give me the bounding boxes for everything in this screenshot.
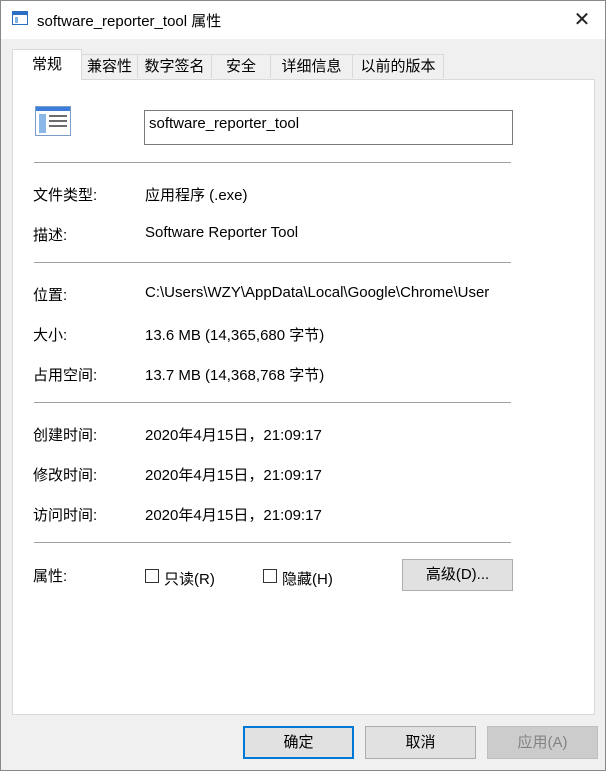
cancel-button[interactable]: 取消: [365, 726, 476, 759]
window-title: software_reporter_tool 属性: [37, 13, 222, 30]
separator: [34, 262, 511, 263]
title-bar: software_reporter_tool 属性 ✕: [1, 1, 605, 39]
file-type-label: 文件类型:: [33, 187, 98, 204]
advanced-button[interactable]: 高级(D)...: [402, 559, 513, 591]
accessed-label: 访问时间:: [33, 507, 98, 524]
apply-button[interactable]: 应用(A): [487, 726, 598, 759]
file-name-input[interactable]: software_reporter_tool: [144, 110, 513, 145]
readonly-checkbox-label[interactable]: 只读(R): [164, 568, 215, 589]
size-label: 大小:: [33, 327, 68, 344]
tab-security[interactable]: 安全: [211, 54, 271, 78]
created-label: 创建时间:: [33, 427, 98, 444]
hidden-checkbox[interactable]: [263, 569, 277, 583]
file-type-value: 应用程序 (.exe): [145, 187, 248, 204]
attributes-label: 属性:: [33, 568, 68, 585]
modified-value: 2020年4月15日，21:09:17: [145, 467, 322, 484]
properties-dialog: software_reporter_tool 属性 ✕ 常规 兼容性 数字签名 …: [0, 0, 606, 771]
exe-file-icon: [35, 106, 71, 136]
readonly-checkbox[interactable]: [145, 569, 159, 583]
tab-strip: 常规 兼容性 数字签名 安全 详细信息 以前的版本: [12, 49, 602, 80]
modified-label: 修改时间:: [33, 467, 98, 484]
size-on-disk-value: 13.7 MB (14,368,768 字节): [145, 367, 325, 384]
description-label: 描述:: [33, 227, 68, 244]
tab-previous-versions[interactable]: 以前的版本: [352, 54, 444, 78]
tab-general[interactable]: 常规: [12, 49, 82, 80]
size-value: 13.6 MB (14,365,680 字节): [145, 327, 325, 344]
separator: [34, 162, 511, 163]
tab-digital-signatures[interactable]: 数字签名: [137, 54, 212, 78]
accessed-value: 2020年4月15日，21:09:17: [145, 507, 322, 524]
tab-details[interactable]: 详细信息: [270, 54, 353, 78]
location-label: 位置:: [33, 287, 68, 304]
description-value: Software Reporter Tool: [145, 224, 299, 241]
application-icon: [12, 11, 28, 25]
separator: [34, 402, 511, 403]
separator: [34, 542, 511, 543]
hidden-checkbox-label[interactable]: 隐藏(H): [282, 568, 333, 589]
close-button[interactable]: ✕: [559, 1, 605, 39]
size-on-disk-label: 占用空间:: [33, 367, 98, 384]
location-value[interactable]: C:\Users\WZY\AppData\Local\Google\Chrome…: [145, 284, 513, 301]
created-value: 2020年4月15日，21:09:17: [145, 427, 322, 444]
general-panel: software_reporter_tool 文件类型: 应用程序 (.exe)…: [12, 79, 595, 715]
tab-compatibility[interactable]: 兼容性: [81, 54, 138, 78]
ok-button[interactable]: 确定: [243, 726, 354, 759]
